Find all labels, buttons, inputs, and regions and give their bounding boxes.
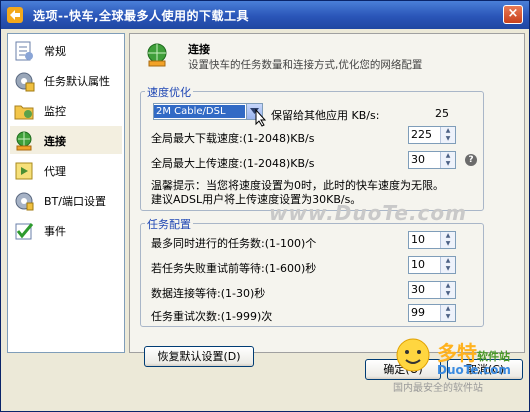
- bt-port-icon: [15, 192, 34, 211]
- stepper-up-icon[interactable]: ▲: [441, 305, 455, 313]
- ok-button[interactable]: 确定(O): [365, 359, 441, 380]
- sidebar-item-events[interactable]: 事件: [10, 216, 122, 244]
- cancel-button[interactable]: 取消(C): [447, 359, 523, 380]
- task-config-legend: 任务配置: [145, 216, 193, 232]
- stepper-up-icon[interactable]: ▲: [441, 127, 455, 135]
- line-type-select[interactable]: 2M Cable/DSL: [153, 103, 263, 120]
- sidebar-item-label: 事件: [44, 225, 66, 238]
- close-button[interactable]: ×: [503, 5, 523, 24]
- title-bar[interactable]: 选项--快车,全球最多人使用的下载工具 ×: [1, 1, 529, 29]
- sidebar-item-label: 任务默认属性: [44, 75, 110, 88]
- stepper-buttons[interactable]: ▲ ▼: [440, 232, 455, 248]
- stepper-buttons[interactable]: ▲ ▼: [440, 152, 455, 168]
- retry-count-label: 任务重试次数:(1-999)次: [151, 310, 273, 323]
- app-logo-icon: [7, 7, 23, 23]
- stepper-down-icon[interactable]: ▼: [441, 160, 455, 168]
- max-upload-label: 全局最大上传速度:(1-2048)KB/s: [151, 157, 315, 170]
- gear-task-icon: [15, 72, 35, 92]
- event-check-icon: [15, 223, 34, 240]
- stepper-buttons[interactable]: ▲ ▼: [440, 282, 455, 298]
- connection-globe-icon: [147, 43, 167, 67]
- reserve-bandwidth-value: 25: [435, 107, 449, 120]
- stepper-buttons[interactable]: ▲ ▼: [440, 127, 455, 143]
- sidebar-item-label: 连接: [44, 135, 66, 148]
- stepper-buttons[interactable]: ▲ ▼: [440, 257, 455, 273]
- stepper-down-icon[interactable]: ▼: [441, 290, 455, 298]
- window-title: 选项--快车,全球最多人使用的下载工具: [33, 9, 250, 23]
- logo-tagline: 国内最安全的软件站: [393, 383, 483, 394]
- max-upload-stepper[interactable]: 30 ▲ ▼: [408, 151, 456, 169]
- max-download-value: 225: [411, 128, 432, 141]
- connection-wait-label: 数据连接等待:(1-30)秒: [151, 287, 266, 300]
- sidebar-item-label: 监控: [44, 105, 66, 118]
- retry-wait-label: 若任务失败重试前等待:(1-600)秒: [151, 262, 317, 275]
- connection-wait-value: 30: [411, 283, 425, 296]
- stepper-up-icon[interactable]: ▲: [441, 232, 455, 240]
- page-subtitle: 设置快车的任务数量和连接方式,优化您的网络配置: [188, 59, 423, 71]
- stepper-down-icon[interactable]: ▼: [441, 265, 455, 273]
- connection-globe-icon: [16, 131, 32, 151]
- sidebar-item-task-defaults[interactable]: 任务默认属性: [10, 66, 122, 94]
- stepper-up-icon[interactable]: ▲: [441, 282, 455, 290]
- sidebar-item-general[interactable]: 常规: [10, 36, 122, 64]
- panel-header: 连接 设置快车的任务数量和连接方式,优化您的网络配置: [130, 34, 524, 74]
- options-nav: 常规 任务默认属性 监控 连接 代理 BT/端口设置 事件: [7, 33, 125, 353]
- proxy-icon: [15, 162, 33, 180]
- max-tasks-value: 10: [411, 233, 425, 246]
- stepper-down-icon[interactable]: ▼: [441, 240, 455, 248]
- sidebar-item-label: BT/端口设置: [44, 195, 106, 208]
- sidebar-item-label: 常规: [44, 45, 66, 58]
- retry-count-value: 99: [411, 306, 425, 319]
- retry-count-stepper[interactable]: 99 ▲ ▼: [408, 304, 456, 322]
- max-tasks-label: 最多同时进行的任务数:(1-100)个: [151, 237, 317, 250]
- connection-wait-stepper[interactable]: 30 ▲ ▼: [408, 281, 456, 299]
- max-upload-value: 30: [411, 153, 425, 166]
- reserve-bandwidth-label: 保留给其他应用 KB/s:: [271, 109, 380, 122]
- max-tasks-stepper[interactable]: 10 ▲ ▼: [408, 231, 456, 249]
- sidebar-item-label: 代理: [44, 165, 66, 178]
- sidebar-item-bt-port[interactable]: BT/端口设置: [10, 186, 122, 214]
- retry-wait-stepper[interactable]: 10 ▲ ▼: [408, 256, 456, 274]
- mouse-pointer-icon: [255, 109, 267, 127]
- max-download-label: 全局最大下载速度:(1-2048)KB/s: [151, 132, 315, 145]
- stepper-down-icon[interactable]: ▼: [441, 313, 455, 321]
- close-icon: ×: [507, 6, 519, 21]
- options-dialog: 选项--快车,全球最多人使用的下载工具 × 常规 任务默认属性 监控 连接 代理…: [0, 0, 530, 412]
- settings-sheet-icon: [15, 41, 33, 61]
- stepper-buttons[interactable]: ▲ ▼: [440, 305, 455, 321]
- stepper-up-icon[interactable]: ▲: [441, 152, 455, 160]
- speed-optimization-legend: 速度优化: [145, 84, 193, 100]
- sidebar-item-proxy[interactable]: 代理: [10, 156, 122, 184]
- monitor-folder-icon: [14, 105, 34, 120]
- help-icon[interactable]: ?: [465, 154, 477, 166]
- retry-wait-value: 10: [411, 258, 425, 271]
- sidebar-item-connection[interactable]: 连接: [10, 126, 122, 154]
- page-title: 连接: [188, 43, 210, 56]
- speed-tip-line-2: 建议ADSL用户将上传速度设置为30KB/s。: [151, 193, 362, 206]
- restore-defaults-button[interactable]: 恢复默认设置(D): [144, 346, 254, 367]
- max-download-stepper[interactable]: 225 ▲ ▼: [408, 126, 456, 144]
- stepper-up-icon[interactable]: ▲: [441, 257, 455, 265]
- stepper-down-icon[interactable]: ▼: [441, 135, 455, 143]
- line-type-value: 2M Cable/DSL: [154, 105, 245, 118]
- sidebar-item-monitor[interactable]: 监控: [10, 96, 122, 124]
